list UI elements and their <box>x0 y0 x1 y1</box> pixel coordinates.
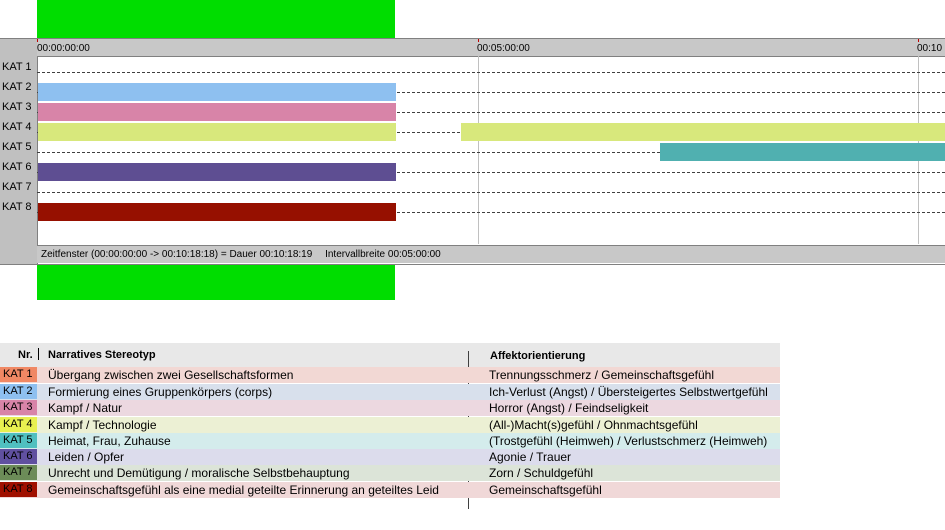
affekt-text: Ich-Verlust (Angst) / Übersteigertes Sel… <box>489 385 768 399</box>
legend-row-kat-2: KAT 2 Formierung eines Gruppenkörpers (c… <box>0 384 780 400</box>
affekt-text: Gemeinschaftsgefühl <box>489 483 602 497</box>
header-divider <box>38 348 39 360</box>
legend-header: Nr. Narratives Stereotyp Affektorientier… <box>0 343 780 367</box>
tick-label-5min: 00:05:00:00 <box>477 43 530 54</box>
row-guide <box>37 72 945 73</box>
stereotyp-text: Übergang zwischen zwei Gesellschaftsform… <box>48 368 294 382</box>
timeline-panel[interactable]: KAT 1 KAT 2 KAT 3 KAT 4 KAT 5 KAT 6 KAT … <box>0 38 945 265</box>
row-guide <box>37 192 945 193</box>
time-ruler[interactable]: 00:00:00:00 00:05:00:00 00:10 <box>37 39 945 57</box>
status-bar: Zeitfenster (00:00:00:00 -> 00:10:18:18)… <box>37 245 945 263</box>
row-label-kat-2: KAT 2 <box>2 81 32 93</box>
kat-chip: KAT 8 <box>0 482 37 497</box>
header-affekt: Affektorientierung <box>490 350 586 362</box>
affekt-text: Horror (Angst) / Feindseligkeit <box>489 401 649 415</box>
legend-row-kat-4: KAT 4 Kampf / Technologie (All-)Macht(s)… <box>0 417 780 433</box>
row-label-kat-4: KAT 4 <box>2 121 32 133</box>
tick-label-0: 00:00:00:00 <box>37 43 90 54</box>
tick-mark <box>918 39 919 42</box>
kat-chip: KAT 6 <box>0 449 37 464</box>
affekt-text: Agonie / Trauer <box>489 450 572 464</box>
tick-mark <box>37 39 38 42</box>
gridline-5min <box>478 56 479 244</box>
row-label-kat-7: KAT 7 <box>2 181 32 193</box>
affekt-text: Trennungsschmerz / Gemeinschaftsgefühl <box>489 368 714 382</box>
row-label-kat-1: KAT 1 <box>2 61 32 73</box>
header-stereotyp: Narratives Stereotyp <box>48 349 156 361</box>
legend-row-kat-8: KAT 8 Gemeinschaftsgefühl als eine media… <box>0 482 780 498</box>
stereotyp-text: Heimat, Frau, Zuhause <box>48 434 171 448</box>
affekt-text: Zorn / Schuldgefühl <box>489 466 594 480</box>
segment-kat-3[interactable] <box>38 103 396 121</box>
segment-kat-6[interactable] <box>38 163 396 181</box>
affekt-text: (All-)Macht(s)gefühl / Ohnmachtsgefühl <box>489 418 698 432</box>
row-label-kat-5: KAT 5 <box>2 141 32 153</box>
kat-chip: KAT 3 <box>0 400 37 415</box>
row-label-kat-6: KAT 6 <box>2 161 32 173</box>
segment-kat-4[interactable] <box>461 123 945 141</box>
segment-kat-5[interactable] <box>660 143 945 161</box>
legend-row-kat-7: KAT 7 Unrecht und Demütigung / moralisch… <box>0 465 780 481</box>
row-label-kat-8: KAT 8 <box>2 201 32 213</box>
affekt-text: (Trostgefühl (Heimweh) / Verlustschmerz … <box>489 434 768 448</box>
stereotyp-text: Kampf / Technologie <box>48 418 157 432</box>
segment-kat-8[interactable] <box>38 203 396 221</box>
zeitfenster-text: Zeitfenster (00:00:00:00 -> 00:10:18:18)… <box>41 249 313 260</box>
legend-row-kat-1: KAT 1 Übergang zwischen zwei Gesellschaf… <box>0 367 780 383</box>
segment-kat-2[interactable] <box>38 83 396 101</box>
legend-row-kat-6: KAT 6 Leiden / Opfer Agonie / Trauer <box>0 449 780 465</box>
legend-row-kat-5: KAT 5 Heimat, Frau, Zuhause (Trostgefühl… <box>0 433 780 449</box>
segment-kat-4[interactable] <box>38 123 396 141</box>
stereotyp-text: Gemeinschaftsgefühl als eine medial gete… <box>48 483 439 497</box>
tick-label-10min: 00:10 <box>917 43 943 54</box>
kat-chip: KAT 7 <box>0 465 37 480</box>
legend-row-kat-3: KAT 3 Kampf / Natur Horror (Angst) / Fei… <box>0 400 780 416</box>
row-label-kat-3: KAT 3 <box>2 101 32 113</box>
header-nr: Nr. <box>18 349 33 361</box>
kat-chip: KAT 2 <box>0 384 37 399</box>
kat-chip: KAT 4 <box>0 417 37 432</box>
kat-chip: KAT 5 <box>0 433 37 448</box>
row-label-column: KAT 1 KAT 2 KAT 3 KAT 4 KAT 5 KAT 6 KAT … <box>0 39 38 264</box>
legend-table: Nr. Narratives Stereotyp Affektorientier… <box>0 343 780 509</box>
intervall-text: Intervallbreite 00:05:00:00 <box>325 249 441 260</box>
tick-mark <box>478 39 479 42</box>
stereotyp-text: Unrecht und Demütigung / moralische Selb… <box>48 466 350 480</box>
kat-chip: KAT 1 <box>0 367 37 382</box>
stereotyp-text: Kampf / Natur <box>48 401 123 415</box>
stereotyp-text: Leiden / Opfer <box>48 450 125 464</box>
stereotyp-text: Formierung eines Gruppenkörpers (corps) <box>48 385 273 399</box>
